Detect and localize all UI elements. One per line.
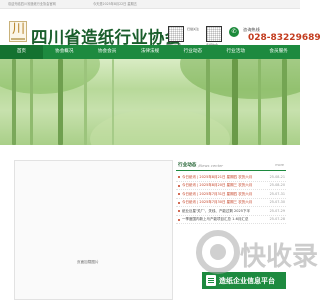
news-item[interactable]: 今日纸讯 | 2025年8月20日 星期三 农历六月 25-08-20: [176, 182, 286, 190]
bamboo-stalk: [84, 59, 87, 145]
news-item[interactable]: 今日纸讯 | 2025年7月31日 星期四 农历六月 25-07-31: [176, 190, 286, 199]
platform-label: 造纸企业信息平台: [219, 277, 275, 285]
nav-item-members[interactable]: 协会会员: [86, 45, 129, 59]
bullet-icon: [178, 218, 180, 221]
header: 川 四川省造纸行业协会 微信公众号 扫描关注 造纸协会 ✆ 咨询热线 028-8…: [0, 9, 320, 47]
logo-glyph: 川: [12, 22, 26, 37]
wechat-qr-code: [168, 26, 184, 42]
news-item-title[interactable]: 今日纸讯 | 2025年8月20日 星期三 农历六月: [182, 183, 256, 188]
image-slideshow[interactable]: 页面加载图片: [14, 160, 173, 300]
news-item-date: 25-07-31: [269, 191, 285, 196]
news-subtitle: /News center: [198, 163, 223, 168]
bamboo-stalk: [112, 59, 114, 145]
nav-item-home[interactable]: 首页: [0, 45, 43, 59]
news-item-title[interactable]: 一季度国内新上马产能项目汇总 1-6月汇总: [182, 217, 256, 222]
bamboo-stalk: [58, 59, 63, 145]
news-more-link[interactable]: more: [275, 163, 284, 167]
news-item-title[interactable]: 纸业巨星'关厂'、关线、产能过剩 2025下半: [182, 209, 256, 214]
industry-news-panel: 行业动态 /News center more 今日纸讯 | 2025年8月21日…: [176, 160, 286, 300]
nav-item-activities[interactable]: 行业活动: [214, 45, 257, 59]
bamboo-stalk: [30, 59, 33, 145]
nav-item-industry-news[interactable]: 行业动态: [171, 45, 214, 59]
news-item[interactable]: 今日纸讯 | 2025年8月21日 星期四 农历六月 25-08-21: [176, 173, 286, 182]
document-icon: [206, 275, 216, 286]
association-logo[interactable]: 川: [9, 21, 27, 42]
qr-note: 扫描关注: [187, 27, 200, 31]
news-header: 行业动态 /News center more: [176, 160, 286, 171]
news-item-title[interactable]: 今日纸讯 | 2025年7月30日 星期三 农历六月: [182, 200, 256, 205]
hotline-number: 028-83229689: [248, 33, 320, 43]
news-item-date: 25-07-30: [269, 200, 285, 204]
news-item[interactable]: 今日纸讯 | 2025年7月30日 星期三 农历六月 25-07-30: [176, 199, 286, 207]
main-nav: 首页 协会概况 协会会员 法律法规 行业动态 行业活动 会员服务: [0, 45, 300, 59]
bamboo-stalk: [232, 59, 238, 145]
main-content: 页面加载图片 行业动态 /News center more 今日纸讯 | 202…: [14, 160, 286, 300]
news-item-date: 25-07-28: [269, 217, 285, 221]
news-item-title[interactable]: 今日纸讯 | 2025年7月31日 星期四 农历六月: [182, 192, 256, 197]
bamboo-stalk: [258, 59, 261, 145]
news-item-date: 25-08-20: [269, 183, 285, 187]
bullet-icon: [178, 201, 180, 204]
news-item-date: 25-07-29: [269, 208, 285, 213]
top-bar: 欢迎光临四川省造纸行业协会官网 今天是2025年8月22日 星期五: [0, 0, 300, 9]
bullet-icon: [178, 193, 180, 195]
welcome-text: 欢迎光临四川省造纸行业协会官网: [8, 2, 56, 6]
bullet-icon: [178, 184, 180, 187]
news-item[interactable]: 纸业巨星'关厂'、关线、产能过剩 2025下半 25-07-29: [176, 207, 286, 216]
slideshow-placeholder: 页面加载图片: [77, 260, 99, 264]
bullet-icon: [178, 210, 180, 212]
nav-item-about[interactable]: 协会概况: [43, 45, 86, 59]
nav-item-member-services[interactable]: 会员服务: [257, 45, 300, 59]
date-text: 今天是2025年8月22日 星期五: [93, 2, 137, 6]
nav-item-regulations[interactable]: 法律法规: [129, 45, 172, 59]
news-item-title[interactable]: 今日纸讯 | 2025年8月21日 星期四 农历六月: [182, 175, 256, 180]
phone-icon: ✆: [229, 27, 239, 37]
association-qr-code: [206, 26, 222, 42]
logo-base: [11, 38, 25, 40]
bamboo-stalk: [206, 59, 210, 145]
news-list: 今日纸讯 | 2025年8月21日 星期四 农历六月 25-08-21 今日纸讯…: [176, 173, 286, 224]
news-item[interactable]: 一季度国内新上马产能项目汇总 1-6月汇总 25-07-28: [176, 216, 286, 224]
bamboo-stalk: [282, 59, 287, 145]
bamboo-stalk: [12, 59, 16, 145]
enterprise-info-platform-button[interactable]: 造纸企业信息平台: [202, 272, 286, 289]
bamboo-banner: [0, 59, 300, 145]
news-title: 行业动态: [178, 163, 197, 168]
bullet-icon: [178, 176, 180, 178]
news-item-date: 25-08-21: [269, 174, 285, 179]
